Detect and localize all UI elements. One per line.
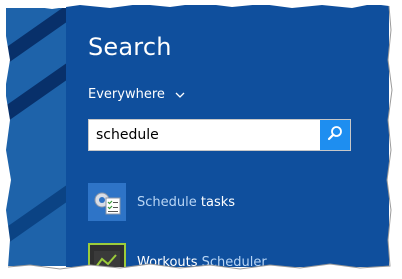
result-label: Schedule tasks [137,195,235,210]
desktop-background [6,8,66,266]
result-schedule-tasks[interactable]: Schedule tasks [88,183,235,221]
result-match-text: Schedule [137,194,197,210]
result-workouts-scheduler[interactable]: Workouts Scheduler [88,243,267,267]
search-input[interactable] [89,121,316,149]
search-heading: Search [88,33,172,61]
result-rest-text: tasks [196,194,236,210]
search-scope-label: Everywhere [88,87,165,102]
result-match-text: Scheduler [201,254,267,268]
search-charm-panel: Search Everywhere schedule Schedule task… [66,5,389,267]
result-lead-text: Workouts [137,254,202,268]
chevron-down-icon [174,89,186,101]
search-box [88,119,351,151]
search-scope-dropdown[interactable]: Everywhere [88,87,186,102]
search-button[interactable] [320,120,350,150]
screenshot: Search Everywhere schedule Schedule task… [0,0,402,279]
search-icon [327,125,343,145]
workouts-app-icon [88,243,126,267]
result-label: Workouts Scheduler [137,255,267,268]
task-scheduler-icon [88,183,126,221]
